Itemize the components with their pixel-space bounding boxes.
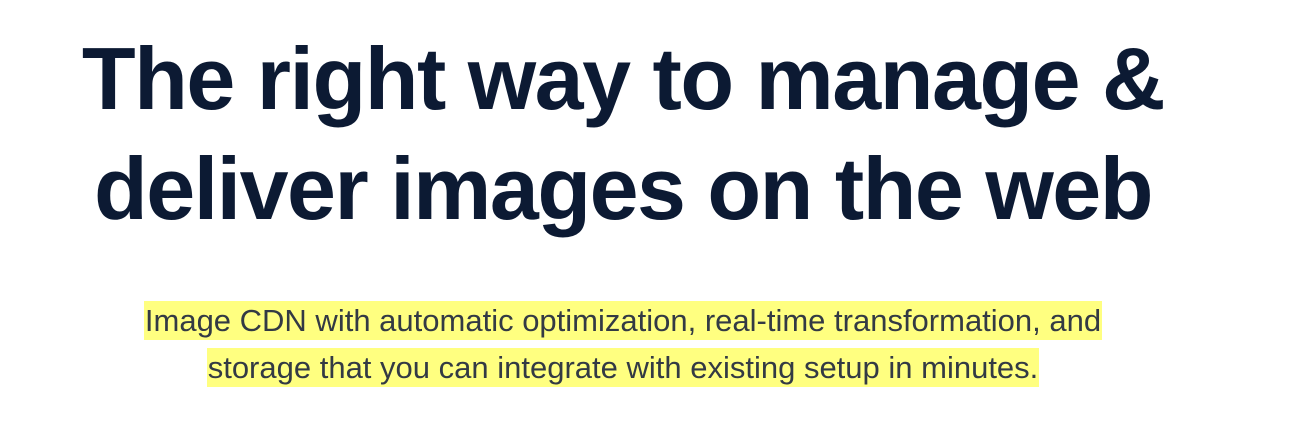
hero-headline-line-2: deliver images on the web: [94, 139, 1153, 238]
hero-section: The right way to manage & deliver images…: [0, 0, 1298, 422]
highlighted-text: Image CDN with automatic optimization, r…: [143, 301, 1103, 340]
hero-headline-line-1: The right way to manage &: [81, 29, 1166, 128]
hero-subtitle-line-1: Image CDN with automatic optimization, r…: [0, 298, 1246, 344]
highlighted-text: storage that you can integrate with exis…: [206, 348, 1040, 387]
hero-subtitle-line-2: storage that you can integrate with exis…: [0, 345, 1246, 391]
